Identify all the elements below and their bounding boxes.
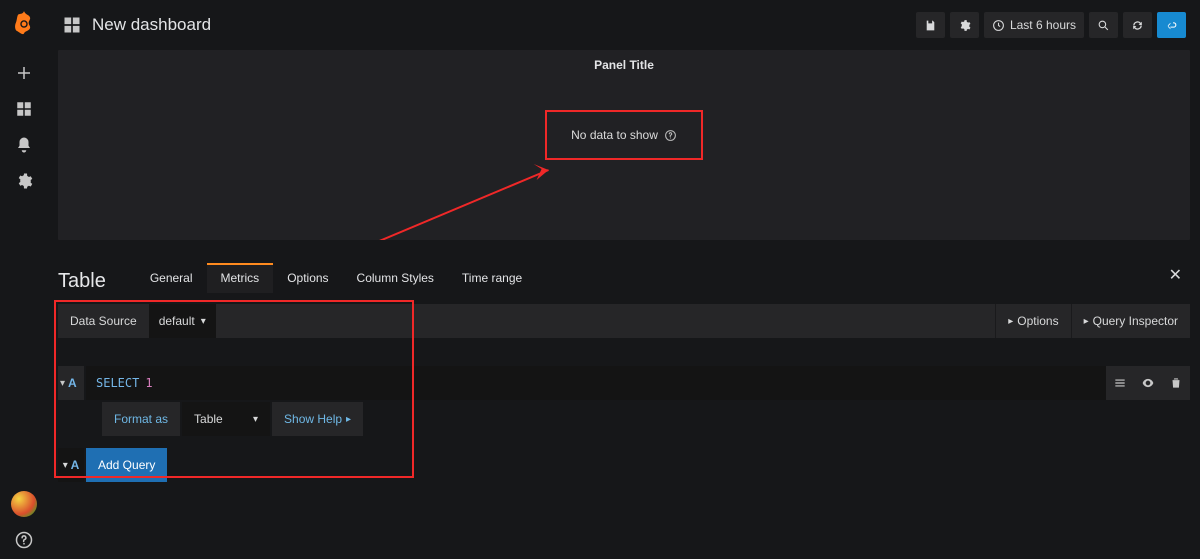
dashboard-title-wrap[interactable]: New dashboard (62, 15, 211, 35)
add-query-handle[interactable]: ▾ A (58, 448, 84, 482)
save-icon (924, 19, 937, 32)
query-letter: A (68, 376, 82, 390)
menu-icon (1113, 376, 1127, 390)
datasource-row: Data Source default ▾ Options Query Insp… (58, 304, 1190, 338)
query-menu-button[interactable] (1106, 366, 1134, 400)
query-collapse-handle[interactable]: ▾ A (58, 366, 84, 400)
chevron-down-icon: ▾ (253, 414, 258, 425)
top-bar: New dashboard Last 6 hours (48, 0, 1200, 50)
format-as-label: Format as (102, 402, 180, 436)
panel-preview: Panel Title No data to show (58, 50, 1190, 240)
format-as-value: Table (194, 412, 223, 426)
tab-general[interactable]: General (136, 263, 207, 293)
dashboard-icon (62, 15, 82, 35)
trash-icon (1169, 376, 1183, 390)
query-text-input[interactable]: SELECT 1 (86, 366, 1106, 400)
alerting-icon[interactable] (15, 136, 33, 154)
panel-type-label[interactable]: Table (58, 270, 106, 293)
add-query-letter: A (71, 458, 80, 472)
refresh-icon (1131, 19, 1144, 32)
panel-title[interactable]: Panel Title (58, 50, 1190, 72)
save-dashboard-button[interactable] (916, 12, 945, 38)
time-range-button[interactable]: Last 6 hours (984, 12, 1084, 38)
tab-metrics[interactable]: Metrics (207, 263, 274, 293)
show-help-button[interactable]: Show Help (272, 402, 363, 436)
tab-options[interactable]: Options (273, 263, 342, 293)
datasource-label: Data Source (58, 304, 149, 338)
sql-literal: 1 (145, 376, 152, 390)
settings-button[interactable] (950, 12, 979, 38)
query-delete-button[interactable] (1162, 366, 1190, 400)
query-row: ▾ A SELECT 1 (58, 366, 1190, 400)
no-data-callout: No data to show (545, 110, 703, 160)
time-range-label: Last 6 hours (1010, 18, 1076, 32)
chevron-down-icon: ▾ (60, 378, 65, 389)
editor-header: Table General Metrics Options Column Sty… (58, 256, 1190, 294)
query-row-tools (1106, 366, 1190, 400)
datasource-select[interactable]: default ▾ (149, 304, 216, 338)
format-as-select[interactable]: Table ▾ (182, 402, 270, 436)
back-arrow-icon (1165, 19, 1178, 32)
add-query-button[interactable]: Add Query (86, 448, 167, 482)
zoom-out-button[interactable] (1089, 12, 1118, 38)
dashboards-icon[interactable] (15, 100, 33, 118)
no-data-text: No data to show (571, 128, 658, 142)
query-options-button[interactable]: Options (995, 304, 1070, 338)
dashboard-title: New dashboard (92, 15, 211, 35)
help-icon[interactable] (15, 531, 33, 549)
config-gear-icon[interactable] (15, 172, 33, 190)
add-query-row: ▾ A Add Query (58, 448, 1190, 482)
tab-time-range[interactable]: Time range (448, 263, 536, 293)
eye-icon (1141, 376, 1155, 390)
zoom-icon (1097, 19, 1110, 32)
close-editor-button[interactable]: ✕ (1161, 257, 1190, 293)
query-editor-region: Data Source default ▾ Options Query Insp… (58, 304, 1190, 482)
query-inspector-button[interactable]: Query Inspector (1071, 304, 1190, 338)
chevron-down-icon: ▾ (201, 316, 206, 327)
grafana-logo[interactable] (10, 10, 38, 38)
tab-column-styles[interactable]: Column Styles (343, 263, 448, 293)
sql-keyword: SELECT (96, 376, 139, 390)
help-circle-icon[interactable] (664, 129, 677, 142)
add-icon[interactable] (15, 64, 33, 82)
datasource-value: default (159, 314, 195, 328)
user-avatar[interactable] (11, 491, 37, 517)
back-button[interactable] (1157, 12, 1186, 38)
query-format-row: Format as Table ▾ Show Help (58, 402, 1190, 436)
clock-icon (992, 19, 1005, 32)
query-toggle-visibility-button[interactable] (1134, 366, 1162, 400)
left-nav-rail (0, 0, 48, 559)
gear-icon (958, 19, 971, 32)
refresh-button[interactable] (1123, 12, 1152, 38)
chevron-down-icon: ▾ (63, 460, 68, 471)
editor-tabs: General Metrics Options Column Styles Ti… (136, 263, 536, 293)
